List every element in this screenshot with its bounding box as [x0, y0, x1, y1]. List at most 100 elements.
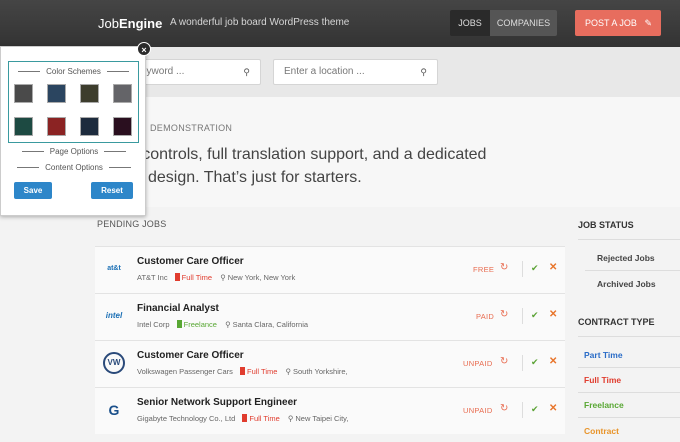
contract-type-title: CONTRACT TYPE [578, 317, 655, 327]
location-placeholder: Enter a location ... [284, 66, 365, 77]
map-pin-icon: ⚲ [225, 320, 231, 329]
job-type[interactable]: Full Time [182, 273, 212, 282]
color-swatch[interactable] [47, 117, 66, 136]
contract-contract[interactable]: Contract [584, 426, 619, 436]
map-pin-icon: ⚲ [285, 367, 292, 376]
job-title[interactable]: Customer Care Officer [137, 256, 244, 267]
hero-line-1: nd controls, full translation support, a… [120, 146, 487, 163]
job-type[interactable]: Full Time [249, 414, 279, 423]
job-row[interactable]: at&t Customer Care Officer AT&T Inc Full… [95, 246, 565, 293]
map-pin-icon: ⚲ [420, 67, 427, 77]
job-meta: Intel Corp Freelance ⚲ Santa Clara, Calif… [137, 320, 308, 329]
divider [522, 402, 523, 418]
approve-check-icon[interactable]: ✔ [531, 357, 539, 368]
bookmark-icon [174, 273, 180, 281]
att-logo-icon: at&t [107, 265, 121, 272]
content-options-toggle[interactable]: Content Options [1, 163, 147, 172]
status-badge: UNPAID [463, 406, 493, 415]
color-swatch[interactable] [47, 84, 66, 103]
save-button[interactable]: Save [14, 182, 52, 199]
edit-icon: ✎ [644, 18, 652, 28]
job-title[interactable]: Customer Care Officer [137, 350, 244, 361]
close-icon[interactable]: × [137, 42, 151, 56]
volkswagen-logo-icon: VW [103, 352, 125, 374]
job-row[interactable]: VW Customer Care Officer Volkswagen Pass… [95, 340, 565, 387]
divider [578, 239, 680, 240]
refresh-icon[interactable]: ↻ [500, 309, 508, 320]
brand-bold: Engine [118, 16, 163, 31]
post-job-button[interactable]: POST A JOB ✎ [575, 10, 661, 36]
site-logo[interactable]: JobEngine [98, 16, 162, 31]
hero-line-2: design. That’s just for starters. [148, 169, 362, 186]
color-schemes-box: Color Schemes [8, 61, 139, 143]
page-options-toggle[interactable]: Page Options [1, 147, 147, 156]
gigabyte-logo-icon: G [108, 402, 120, 418]
approve-check-icon[interactable]: ✔ [531, 263, 539, 274]
job-status-title: JOB STATUS [578, 220, 634, 230]
map-pin-icon: ⚲ [220, 273, 226, 282]
divider [522, 261, 523, 277]
divider [578, 392, 680, 393]
location-input[interactable]: Enter a location ... ⚲ [273, 59, 438, 85]
customize-panel: Color Schemes Page Options Content Optio… [0, 46, 146, 216]
contract-part-time[interactable]: Part Time [584, 350, 623, 360]
nav-companies[interactable]: COMPANIES [490, 10, 557, 36]
job-meta: AT&T Inc Full Time ⚲ New York, New York [137, 273, 295, 282]
sidebar-item-rejected-jobs[interactable]: Rejected Jobs [597, 253, 655, 263]
brand-light: Job [98, 16, 119, 31]
hero-text: nd controls, full translation support, a… [120, 143, 560, 189]
top-header: JobEngine A wonderful job board WordPres… [0, 0, 680, 47]
status-badge: UNPAID [463, 359, 493, 368]
bookmark-icon [242, 414, 248, 422]
job-location: New York, New York [227, 273, 296, 282]
job-title[interactable]: Financial Analyst [137, 303, 219, 314]
job-company[interactable]: AT&T Inc [137, 273, 168, 282]
job-meta: Gigabyte Technology Co., Ltd Full Time ⚲… [137, 414, 348, 423]
approve-check-icon[interactable]: ✔ [531, 404, 539, 415]
search-icon[interactable]: ⚲ [243, 60, 250, 84]
job-row[interactable]: G Senior Network Support Engineer Gigaby… [95, 387, 565, 434]
job-type[interactable]: Full Time [247, 367, 277, 376]
divider [578, 367, 680, 368]
color-swatch[interactable] [80, 84, 99, 103]
color-swatch[interactable] [113, 84, 132, 103]
bookmark-icon [176, 320, 182, 328]
divider [578, 336, 680, 337]
color-swatch[interactable] [80, 117, 99, 136]
reject-x-icon[interactable]: ✕ [549, 262, 557, 273]
job-company[interactable]: Volkswagen Passenger Cars [137, 367, 233, 376]
job-title[interactable]: Senior Network Support Engineer [137, 397, 297, 408]
keyword-search-input[interactable]: eyword ... ⚲ [130, 59, 261, 85]
reject-x-icon[interactable]: ✕ [549, 403, 557, 414]
approve-check-icon[interactable]: ✔ [531, 310, 539, 321]
job-meta: Volkswagen Passenger Cars Full Time ⚲ Sou… [137, 367, 348, 376]
status-badge: PAID [476, 312, 495, 321]
refresh-icon[interactable]: ↻ [500, 262, 508, 273]
divider [585, 270, 680, 271]
job-location: New Taipei City, [295, 414, 349, 423]
color-swatch[interactable] [14, 117, 33, 136]
job-type[interactable]: Freelance [184, 320, 217, 329]
keyword-placeholder: eyword ... [141, 66, 185, 77]
contract-freelance[interactable]: Freelance [584, 400, 624, 410]
refresh-icon[interactable]: ↻ [500, 403, 508, 414]
status-badge: FREE [473, 265, 495, 274]
site-tagline: A wonderful job board WordPress theme [170, 17, 350, 28]
color-swatch[interactable] [113, 117, 132, 136]
job-location: Santa Clara, California [232, 320, 309, 329]
reject-x-icon[interactable]: ✕ [549, 309, 557, 320]
refresh-icon[interactable]: ↻ [500, 356, 508, 367]
post-job-label: POST A JOB [585, 18, 637, 28]
contract-full-time[interactable]: Full Time [584, 375, 621, 385]
reset-button[interactable]: Reset [91, 182, 133, 199]
nav-jobs[interactable]: JOBS [450, 10, 490, 36]
job-company[interactable]: Gigabyte Technology Co., Ltd [137, 414, 235, 423]
reject-x-icon[interactable]: ✕ [549, 356, 557, 367]
pending-jobs-title: PENDING JOBS [97, 219, 167, 229]
job-row[interactable]: intel Financial Analyst Intel Corp Freel… [95, 293, 565, 340]
color-swatch[interactable] [14, 84, 33, 103]
intel-logo-icon: intel [105, 311, 123, 320]
sidebar-item-archived-jobs[interactable]: Archived Jobs [597, 279, 656, 289]
divider [522, 355, 523, 371]
job-company[interactable]: Intel Corp [137, 320, 170, 329]
